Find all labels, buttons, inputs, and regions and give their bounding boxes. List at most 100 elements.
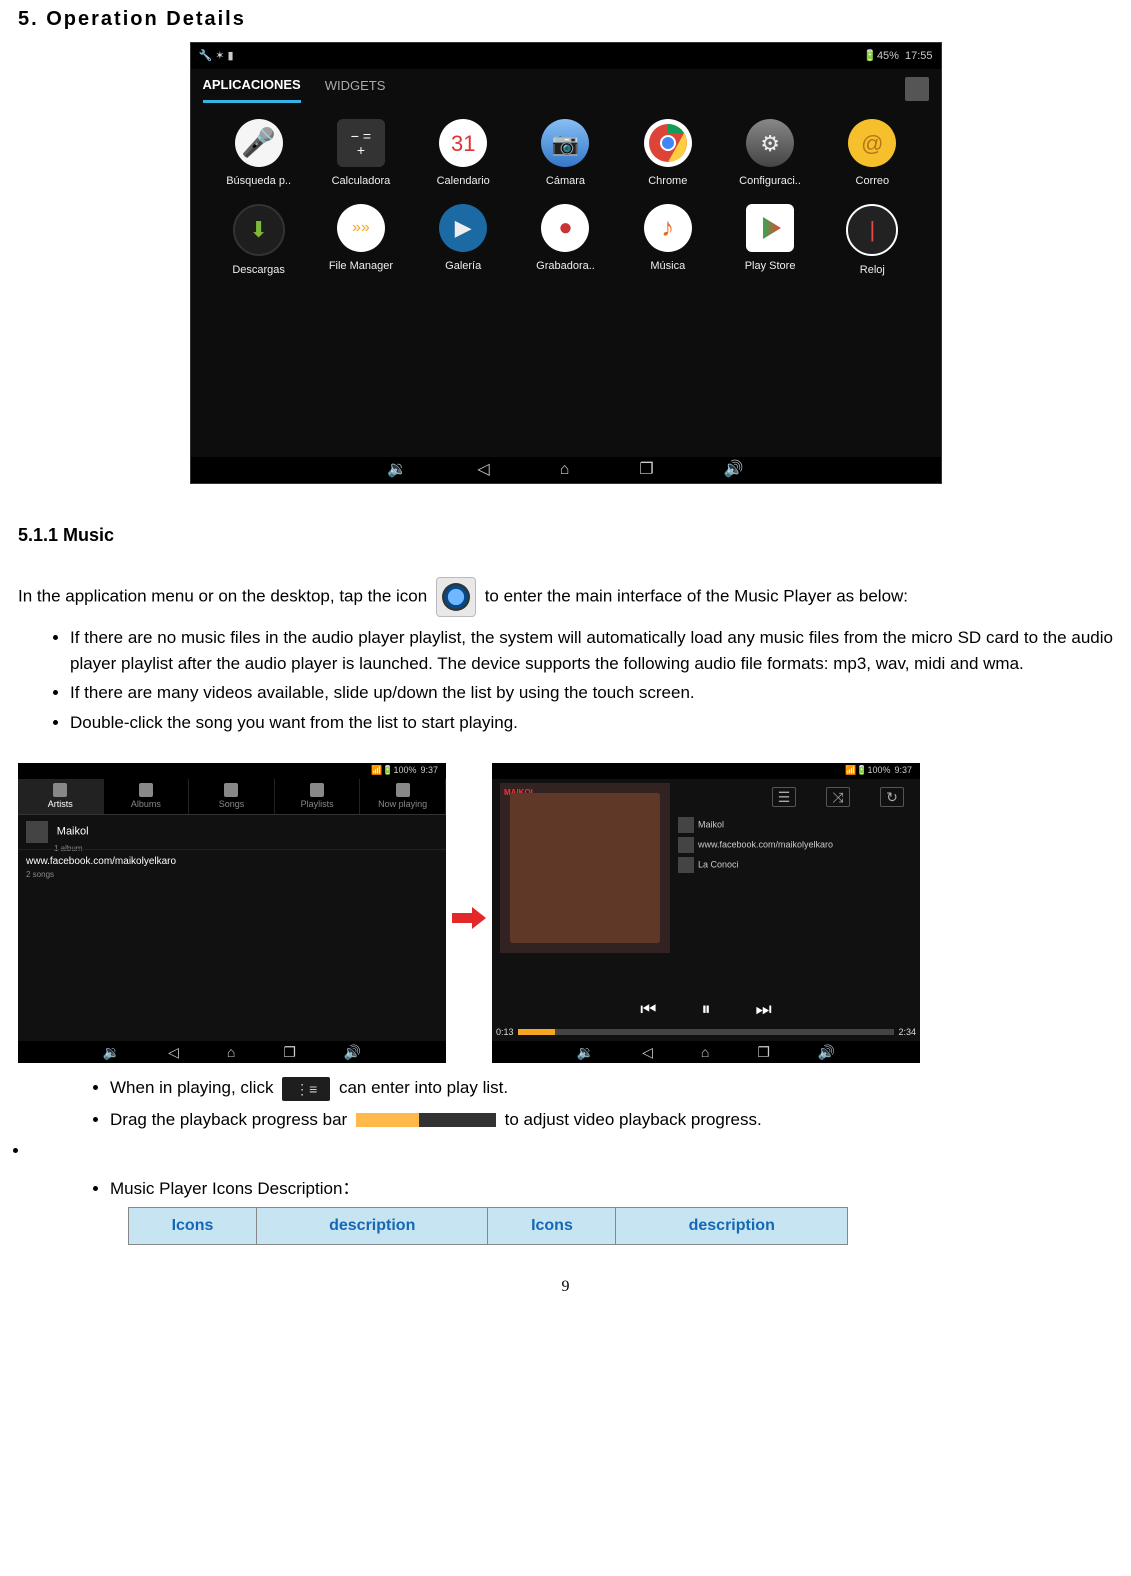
play-icon bbox=[746, 204, 794, 252]
app-cal[interactable]: 31Calendario bbox=[421, 119, 505, 190]
app-play[interactable]: Play Store bbox=[728, 204, 812, 279]
volume-up-icon[interactable]: 🔊 bbox=[344, 1042, 361, 1063]
recents-icon[interactable]: ❐ bbox=[283, 1042, 296, 1063]
th-desc-1: description bbox=[256, 1208, 488, 1245]
page-number: 9 bbox=[18, 1275, 1113, 1299]
arrow-right-icon bbox=[452, 907, 486, 929]
home-icon[interactable]: ⌂ bbox=[701, 1042, 709, 1063]
album-thumb-icon bbox=[678, 837, 694, 853]
app-mail[interactable]: @ Correo bbox=[830, 119, 914, 190]
navbar: 🔉 ◁ ⌂ ❐ 🔊 bbox=[18, 1041, 446, 1063]
app-label: Descargas bbox=[217, 262, 301, 279]
song-row[interactable]: www.facebook.com/maikolyelkaro 2 songs bbox=[18, 849, 446, 885]
record-icon: ● bbox=[541, 204, 589, 252]
statusbar: 📶 🔋 100% 9:37 bbox=[18, 763, 446, 779]
icons-table: Icons description Icons description bbox=[128, 1207, 848, 1245]
shuffle-button-icon[interactable]: ⤨ bbox=[826, 787, 850, 807]
tab-label: Songs bbox=[219, 799, 245, 809]
playlist-button-icon[interactable]: ☰ bbox=[772, 787, 796, 807]
music-tab-artists[interactable]: Artists bbox=[18, 779, 104, 814]
app-file[interactable]: »»File Manager bbox=[319, 204, 403, 279]
file-icon: »» bbox=[337, 204, 385, 252]
store-icon[interactable] bbox=[905, 77, 929, 101]
app-label: Reloj bbox=[830, 262, 914, 279]
player-toolbar: ☰ ⤨ ↻ bbox=[764, 783, 912, 811]
section-title: 5. Operation Details bbox=[18, 4, 1113, 34]
volume-up-icon[interactable]: 🔊 bbox=[724, 458, 744, 482]
clock-icon: | bbox=[846, 204, 898, 256]
volume-down-icon[interactable]: 🔉 bbox=[387, 458, 407, 482]
music-shots-row: 📶 🔋 100% 9:37 Artists Albums Songs Playlist… bbox=[18, 763, 1113, 1063]
navbar: 🔉 ◁ ⌂ ❐ 🔊 bbox=[191, 457, 941, 483]
home-icon[interactable]: ⌂ bbox=[560, 458, 570, 482]
mail-icon: @ bbox=[848, 119, 896, 167]
th-icons-2: Icons bbox=[488, 1208, 616, 1245]
recents-icon[interactable]: ❐ bbox=[757, 1042, 770, 1063]
music-tab-now-playing[interactable]: Now playing bbox=[360, 779, 446, 814]
app-chrome[interactable]: Chrome bbox=[626, 119, 710, 190]
app-calc[interactable]: − =+Calculadora bbox=[319, 119, 403, 190]
app-label: Grabadora.. bbox=[523, 258, 607, 275]
tab-icon bbox=[139, 783, 153, 797]
back-icon[interactable]: ◁ bbox=[168, 1042, 179, 1063]
tab-widgets[interactable]: WIDGETS bbox=[325, 76, 386, 102]
progress-bar-icon bbox=[356, 1113, 496, 1127]
next-button-icon[interactable]: ⏭ bbox=[756, 999, 772, 1019]
tab-icon bbox=[53, 783, 67, 797]
app-label: Calculadora bbox=[319, 173, 403, 190]
battery-text: 100% bbox=[867, 764, 890, 778]
tab-aplicaciones[interactable]: APLICACIONES bbox=[203, 75, 301, 104]
app-label: Calendario bbox=[421, 173, 505, 190]
time-total: 2:34 bbox=[898, 1026, 916, 1040]
statusbar: 🔧 ✶ ▮ 🔋 45% 17:55 bbox=[191, 43, 941, 69]
navbar: 🔉 ◁ ⌂ ❐ 🔊 bbox=[492, 1041, 920, 1063]
wifi-icon: 📶 bbox=[371, 764, 382, 778]
app-record[interactable]: ● Grabadora.. bbox=[523, 204, 607, 279]
app-clock[interactable]: | Reloj bbox=[830, 204, 914, 279]
music-tab-songs[interactable]: Songs bbox=[189, 779, 275, 814]
music-intro-para: In the application menu or on the deskto… bbox=[18, 577, 1113, 617]
status-time: 9:37 bbox=[894, 764, 912, 778]
prev-button-icon[interactable]: ⏮ bbox=[640, 999, 656, 1019]
download-icon: ⬇ bbox=[233, 204, 285, 256]
battery-text: 45% bbox=[877, 48, 899, 65]
artist-thumb-icon bbox=[678, 817, 694, 833]
chrome-icon bbox=[644, 119, 692, 167]
apps-screenshot: 🔧 ✶ ▮ 🔋 45% 17:55 APLICACIONES WIDGETS 🎤… bbox=[190, 42, 942, 484]
artist-icon bbox=[26, 821, 48, 843]
music-tabs: Artists Albums Songs Playlists Now playing bbox=[18, 779, 446, 815]
tab-label: Artists bbox=[48, 799, 73, 809]
back-icon[interactable]: ◁ bbox=[642, 1042, 653, 1063]
app-music[interactable]: ♪Música bbox=[626, 204, 710, 279]
battery-text: 100% bbox=[393, 764, 416, 778]
music-tab-albums[interactable]: Albums bbox=[104, 779, 190, 814]
volume-down-icon[interactable]: 🔉 bbox=[577, 1042, 594, 1063]
wifi-icon: 📶 bbox=[845, 764, 856, 778]
volume-down-icon[interactable]: 🔉 bbox=[103, 1042, 120, 1063]
app-label: Correo bbox=[830, 173, 914, 190]
repeat-button-icon[interactable]: ↻ bbox=[880, 787, 904, 807]
back-icon[interactable]: ◁ bbox=[477, 458, 489, 482]
tab-label: Now playing bbox=[378, 799, 427, 809]
gallery-icon: ▶ bbox=[439, 204, 487, 252]
app-gallery[interactable]: ▶Galería bbox=[421, 204, 505, 279]
volume-up-icon[interactable]: 🔊 bbox=[818, 1042, 835, 1063]
time-current: 0:13 bbox=[496, 1026, 514, 1040]
music-bullets: If there are no music files in the audio… bbox=[18, 625, 1113, 735]
tab-icon bbox=[224, 783, 238, 797]
app-settings[interactable]: ⚙Configuraci.. bbox=[728, 119, 812, 190]
bullet-item: If there are many videos available, slid… bbox=[70, 680, 1113, 706]
music-tab-playlists[interactable]: Playlists bbox=[275, 779, 361, 814]
music-player-screenshot: 📶 🔋 100% 9:37 ☰ ⤨ ↻ MAIKOL Maikol www.fa… bbox=[492, 763, 920, 1063]
track-thumb-icon bbox=[678, 857, 694, 873]
app-cam[interactable]: 📷Cámara bbox=[523, 119, 607, 190]
recents-icon[interactable]: ❐ bbox=[639, 458, 653, 482]
app-download[interactable]: ⬇ Descargas bbox=[217, 204, 301, 279]
app-search[interactable]: 🎤Búsqueda p.. bbox=[217, 119, 301, 190]
home-icon[interactable]: ⌂ bbox=[227, 1042, 235, 1063]
tab-label: Playlists bbox=[301, 799, 334, 809]
pause-button-icon[interactable]: ⏸ bbox=[702, 999, 711, 1019]
status-time: 9:37 bbox=[420, 764, 438, 778]
progress-bar[interactable]: 0:13 2:34 bbox=[492, 1026, 920, 1040]
app-label: Configuraci.. bbox=[728, 173, 812, 190]
